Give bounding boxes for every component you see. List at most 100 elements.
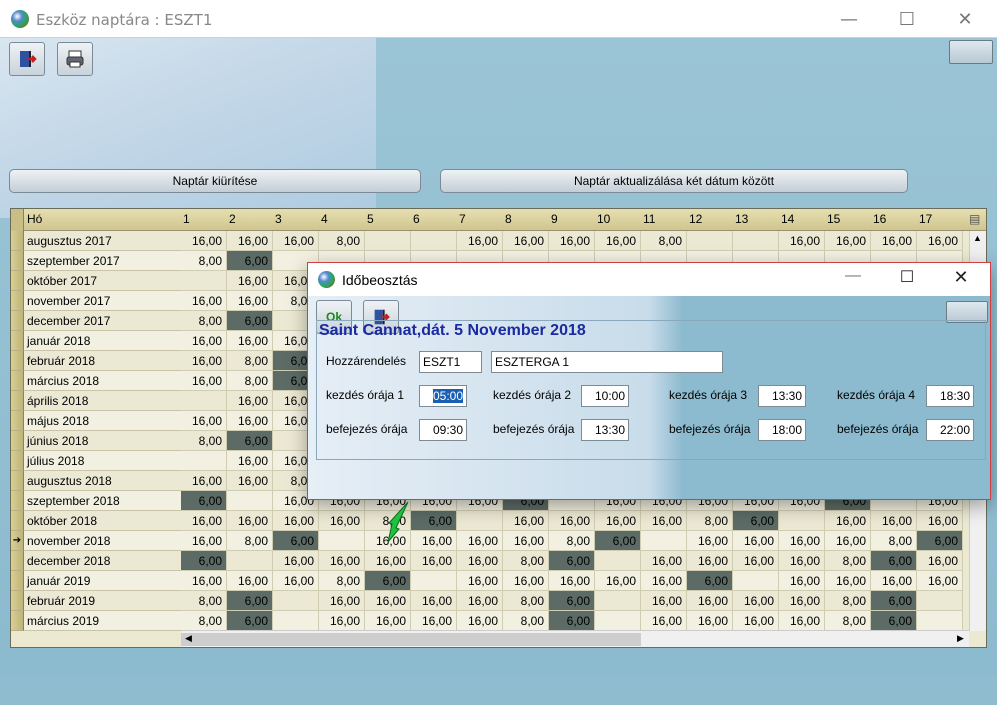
day-hours-cell[interactable] bbox=[595, 551, 641, 571]
day-hours-cell[interactable]: 16,00 bbox=[825, 571, 871, 591]
day-hours-cell[interactable]: 6,00 bbox=[733, 511, 779, 531]
dialog-maximize-button[interactable]: ☐ bbox=[884, 267, 930, 293]
end-time-field-2[interactable]: 13:30 bbox=[581, 419, 629, 441]
table-row[interactable]: február 2019 8,00 6,00 16,00 16,00 16,00 16,00… bbox=[11, 591, 971, 611]
day-hours-cell[interactable]: 16,00 bbox=[641, 511, 687, 531]
day-hours-cell[interactable]: 16,00 bbox=[181, 511, 227, 531]
assign-code-field[interactable]: ESZT1 bbox=[419, 351, 482, 373]
row-marker[interactable] bbox=[11, 471, 24, 491]
day-hours-cell[interactable]: 6,00 bbox=[595, 531, 641, 551]
day-hours-cell[interactable]: 6,00 bbox=[687, 571, 733, 591]
day-hours-cell[interactable]: 6,00 bbox=[549, 551, 595, 571]
row-marker[interactable] bbox=[11, 371, 24, 391]
day-hours-cell[interactable] bbox=[181, 271, 227, 291]
day-hours-cell[interactable]: 16,00 bbox=[779, 571, 825, 591]
close-button[interactable]: ✕ bbox=[942, 0, 988, 38]
day-hours-cell[interactable]: 16,00 bbox=[687, 551, 733, 571]
day-hours-cell[interactable]: 6,00 bbox=[549, 591, 595, 611]
day-hours-cell[interactable]: 16,00 bbox=[181, 571, 227, 591]
day-hours-cell[interactable]: 8,00 bbox=[687, 511, 733, 531]
day-hours-cell[interactable]: 16,00 bbox=[825, 231, 871, 251]
day-hours-cell[interactable]: 16,00 bbox=[457, 231, 503, 251]
day-hours-cell[interactable]: 16,00 bbox=[181, 331, 227, 351]
day-hours-cell[interactable] bbox=[273, 591, 319, 611]
day-hours-cell[interactable]: 6,00 bbox=[411, 511, 457, 531]
day-hours-cell[interactable]: 8,00 bbox=[503, 611, 549, 631]
day-hours-cell[interactable]: 8,00 bbox=[181, 431, 227, 451]
day-hours-cell[interactable] bbox=[917, 591, 963, 611]
day-hours-cell[interactable]: 8,00 bbox=[319, 231, 365, 251]
day-hours-cell[interactable] bbox=[641, 531, 687, 551]
day-hours-cell[interactable] bbox=[319, 531, 365, 551]
table-row[interactable]: ➔ november 2018 16,00 8,00 6,00 16,00 16,00 16,… bbox=[11, 531, 971, 551]
day-hours-cell[interactable]: 16,00 bbox=[365, 611, 411, 631]
day-hours-cell[interactable]: 8,00 bbox=[871, 531, 917, 551]
day-hours-cell[interactable]: 8,00 bbox=[503, 551, 549, 571]
day-hours-cell[interactable]: 16,00 bbox=[549, 511, 595, 531]
row-marker[interactable] bbox=[11, 491, 24, 511]
day-hours-cell[interactable]: 16,00 bbox=[503, 531, 549, 551]
day-hours-cell[interactable] bbox=[181, 451, 227, 471]
day-hours-cell[interactable] bbox=[687, 231, 733, 251]
row-marker[interactable] bbox=[11, 291, 24, 311]
day-hours-cell[interactable]: 16,00 bbox=[595, 571, 641, 591]
day-hours-cell[interactable]: 16,00 bbox=[871, 511, 917, 531]
day-hours-cell[interactable]: 16,00 bbox=[457, 611, 503, 631]
row-marker[interactable] bbox=[11, 451, 24, 471]
day-hours-cell[interactable]: 6,00 bbox=[181, 551, 227, 571]
day-hours-cell[interactable]: 16,00 bbox=[871, 571, 917, 591]
row-marker[interactable] bbox=[11, 411, 24, 431]
day-hours-cell[interactable]: 16,00 bbox=[273, 571, 319, 591]
day-hours-cell[interactable]: 16,00 bbox=[227, 411, 273, 431]
day-hours-cell[interactable]: 16,00 bbox=[595, 231, 641, 251]
day-hours-cell[interactable]: 8,00 bbox=[181, 591, 227, 611]
minimize-button[interactable]: — bbox=[826, 0, 872, 38]
row-marker[interactable] bbox=[11, 351, 24, 371]
day-hours-cell[interactable]: 16,00 bbox=[825, 511, 871, 531]
day-hours-cell[interactable]: 16,00 bbox=[687, 531, 733, 551]
table-row[interactable]: október 201816,0016,0016,0016,008,006,00… bbox=[11, 511, 971, 531]
day-hours-cell[interactable]: 8,00 bbox=[825, 611, 871, 631]
day-hours-cell[interactable]: 16,00 bbox=[319, 611, 365, 631]
current-row-marker-icon[interactable]: ➔ bbox=[11, 531, 24, 551]
row-marker[interactable] bbox=[11, 311, 24, 331]
day-hours-cell[interactable] bbox=[365, 231, 411, 251]
day-hours-cell[interactable] bbox=[595, 611, 641, 631]
print-button[interactable] bbox=[57, 42, 93, 76]
day-hours-cell[interactable]: 16,00 bbox=[227, 331, 273, 351]
horizontal-scrollbar[interactable]: ◀ ▶ bbox=[181, 630, 969, 647]
day-hours-cell[interactable]: 16,00 bbox=[595, 511, 641, 531]
day-hours-cell[interactable]: 6,00 bbox=[227, 591, 273, 611]
day-hours-cell[interactable]: 6,00 bbox=[227, 431, 273, 451]
day-hours-cell[interactable]: 16,00 bbox=[641, 571, 687, 591]
day-hours-cell[interactable]: 16,00 bbox=[227, 451, 273, 471]
day-hours-cell[interactable]: 16,00 bbox=[227, 271, 273, 291]
clear-calendar-button[interactable]: Naptár kiürítése bbox=[9, 169, 421, 193]
day-hours-cell[interactable]: 16,00 bbox=[779, 551, 825, 571]
start-time-field-4[interactable]: 18:30 bbox=[926, 385, 974, 407]
scroll-up-icon[interactable]: ▲ bbox=[973, 233, 982, 243]
day-hours-cell[interactable]: 16,00 bbox=[457, 571, 503, 591]
table-row[interactable]: január 2019 16,00 16,00 16,00 8,00 6,00 16,00 1… bbox=[11, 571, 971, 591]
day-hours-cell[interactable]: 8,00 bbox=[825, 591, 871, 611]
day-hours-cell[interactable]: 16,00 bbox=[227, 511, 273, 531]
day-hours-cell[interactable] bbox=[779, 511, 825, 531]
day-hours-cell[interactable]: 16,00 bbox=[641, 551, 687, 571]
day-hours-cell[interactable]: 16,00 bbox=[227, 291, 273, 311]
end-time-field-4[interactable]: 22:00 bbox=[926, 419, 974, 441]
day-hours-cell[interactable]: 16,00 bbox=[365, 551, 411, 571]
row-marker[interactable] bbox=[11, 591, 24, 611]
day-hours-cell[interactable]: 16,00 bbox=[181, 531, 227, 551]
day-hours-cell[interactable]: 8,00 bbox=[825, 551, 871, 571]
day-hours-cell[interactable]: 16,00 bbox=[181, 231, 227, 251]
day-hours-cell[interactable]: 6,00 bbox=[917, 531, 963, 551]
exit-button[interactable] bbox=[9, 42, 45, 76]
row-marker[interactable] bbox=[11, 511, 24, 531]
day-hours-cell[interactable]: 16,00 bbox=[181, 371, 227, 391]
day-hours-cell[interactable]: 16,00 bbox=[181, 471, 227, 491]
day-hours-cell[interactable] bbox=[595, 591, 641, 611]
column-chooser-icon[interactable]: ▤ bbox=[969, 212, 980, 226]
day-hours-cell[interactable] bbox=[227, 491, 273, 511]
day-hours-cell[interactable]: 16,00 bbox=[457, 531, 503, 551]
scroll-left-icon[interactable]: ◀ bbox=[185, 633, 192, 644]
